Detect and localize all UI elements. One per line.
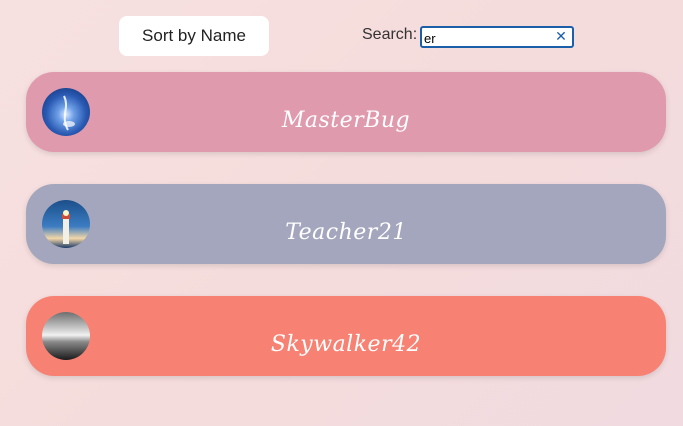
search-label: Search: (362, 26, 418, 43)
user-card-masterbug[interactable]: MasterBug (26, 72, 666, 152)
user-name: MasterBug (281, 108, 411, 133)
close-icon[interactable]: ✕ (554, 28, 568, 46)
search-input[interactable] (422, 29, 552, 48)
sort-by-name-button[interactable]: Sort by Name (119, 16, 269, 56)
user-card-skywalker42[interactable]: Skywalker42 (26, 296, 666, 376)
user-name: Skywalker42 (270, 332, 422, 357)
user-card-teacher21[interactable]: Teacher21 (26, 184, 666, 264)
user-name: Teacher21 (285, 220, 407, 245)
search-field[interactable]: ✕ (420, 26, 574, 48)
